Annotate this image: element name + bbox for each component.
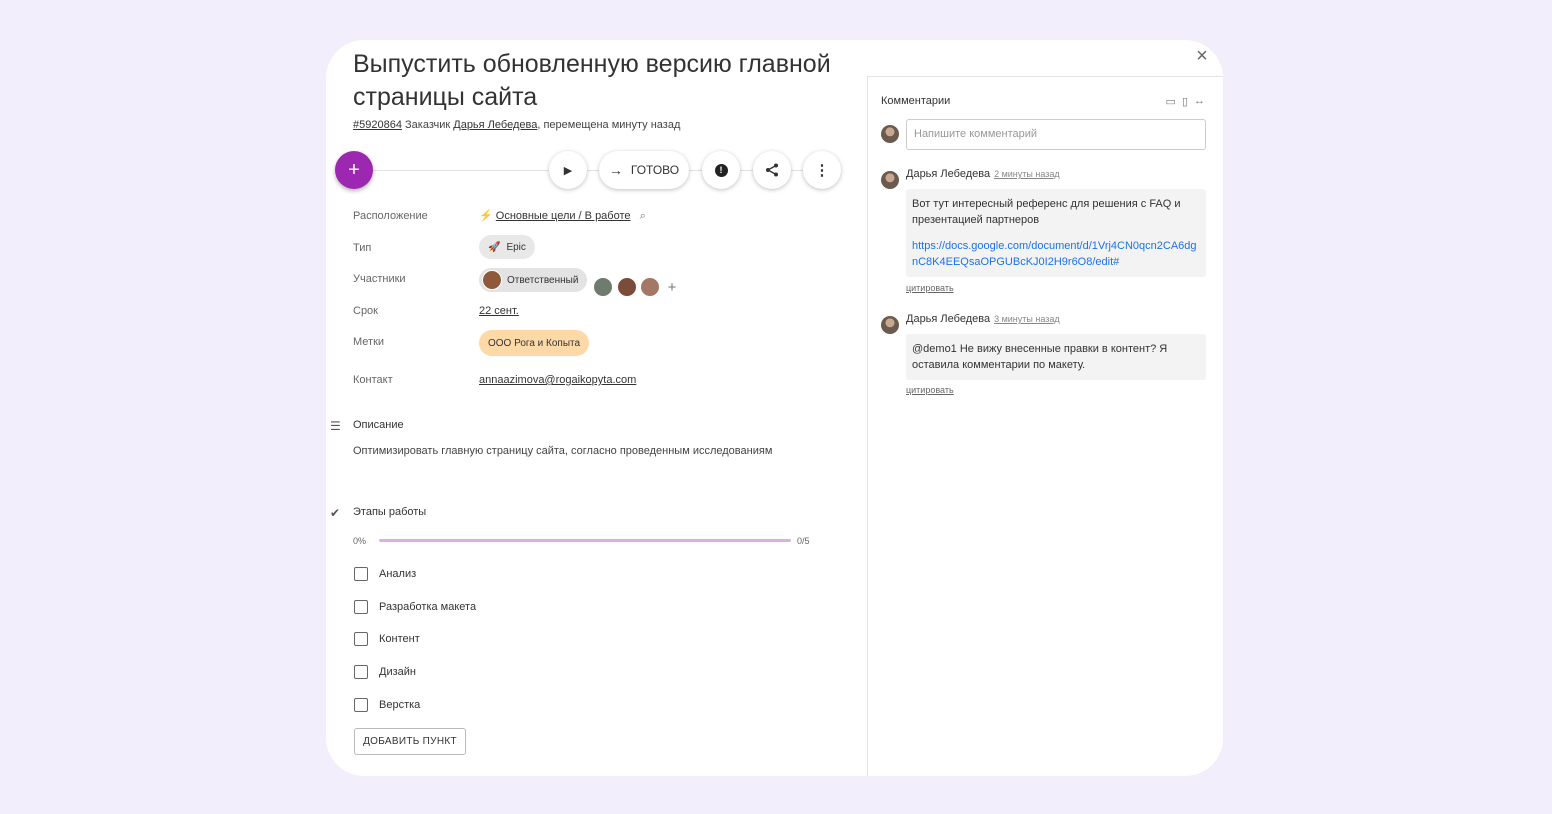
add-button[interactable]: + xyxy=(335,151,373,189)
checkbox[interactable] xyxy=(354,567,368,581)
play-button[interactable]: ▶ xyxy=(549,151,587,189)
alert-icon: ! xyxy=(714,163,728,177)
description-title: Описание xyxy=(353,419,404,431)
checkbox[interactable] xyxy=(354,632,368,646)
task-id-link[interactable]: #5920864 xyxy=(353,119,402,131)
share-icon xyxy=(766,163,778,177)
checklist-item-label: Верстка xyxy=(379,699,421,711)
checklist-item-label: Дизайн xyxy=(379,666,416,678)
checklist-item[interactable]: Верстка xyxy=(354,698,420,712)
comment-bubble: @demo1 Не вижу внесенные правки в контен… xyxy=(906,334,1206,380)
tags-value: ООО Рога и Копыта xyxy=(479,330,590,356)
participants-value: Ответственный + xyxy=(479,268,677,298)
arrow-right-icon: → xyxy=(608,162,623,178)
play-icon: ▶ xyxy=(563,164,573,177)
panel-view-icons: ▭ ▯ ↔ xyxy=(1166,95,1205,108)
due-value[interactable]: 22 сент. xyxy=(479,305,519,317)
location-link[interactable]: Основные цели / В работе xyxy=(496,210,631,222)
progress-percent: 0% xyxy=(353,536,367,546)
comment-input[interactable]: Напишите комментарий xyxy=(906,119,1206,150)
avatar xyxy=(881,171,899,189)
moved-text: , перемещена минуту назад xyxy=(537,119,681,131)
location-label: Расположение xyxy=(353,210,428,222)
type-chip[interactable]: 🚀 Epic xyxy=(479,235,535,259)
checkbox[interactable] xyxy=(354,600,368,614)
checkbox[interactable] xyxy=(354,698,368,712)
alert-button[interactable]: ! xyxy=(702,151,740,189)
search-icon[interactable]: ⌕ xyxy=(640,210,646,222)
avatar xyxy=(881,125,899,143)
comments-title: Комментарии xyxy=(881,95,951,107)
type-label: Тип xyxy=(353,242,372,254)
avatar xyxy=(881,316,899,334)
participants-label: Участники xyxy=(353,273,406,285)
comment-bubble: Вот тут интересный референс для решения … xyxy=(906,189,1206,277)
add-item-button[interactable]: ДОБАВИТЬ ПУНКТ xyxy=(354,728,466,755)
avatar[interactable] xyxy=(639,277,660,298)
comment-author-name: Дарья Лебедева xyxy=(906,313,991,325)
task-meta: #5920864 Заказчик Дарья Лебедева, переме… xyxy=(353,119,680,131)
flame-icon: ⚡ xyxy=(479,210,493,222)
close-icon[interactable]: × xyxy=(1192,46,1212,66)
comment-author-name: Дарья Лебедева xyxy=(906,168,991,180)
description-text[interactable]: Оптимизировать главную страницу сайта, с… xyxy=(353,445,772,457)
checklist-icon: ✔ xyxy=(330,506,341,520)
quote-link[interactable]: цитировать xyxy=(906,385,954,395)
checklist-item-label: Контент xyxy=(379,633,420,645)
checkbox[interactable] xyxy=(354,665,368,679)
checklist-item[interactable]: Контент xyxy=(354,632,420,646)
comment-time[interactable]: 2 минуты назад xyxy=(994,169,1060,179)
done-label: ГОТОВО xyxy=(630,163,680,177)
tags-label: Метки xyxy=(353,336,385,348)
tag-chip[interactable]: ООО Рога и Копыта xyxy=(479,330,590,356)
avatar xyxy=(482,270,502,290)
contact-label: Контакт xyxy=(353,374,393,386)
comment-time[interactable]: 3 минуты назад xyxy=(994,314,1060,324)
customer-prefix: Заказчик xyxy=(401,119,454,131)
checklist-item[interactable]: Дизайн xyxy=(354,665,416,679)
responsible-label: Ответственный xyxy=(507,274,579,286)
comment-author: Дарья Лебедева 2 минуты назад xyxy=(906,168,1060,180)
description-icon: ☰ xyxy=(330,419,341,433)
location-value[interactable]: ⚡ Основные цели / В работе ⌕ xyxy=(479,209,646,223)
due-link[interactable]: 22 сент. xyxy=(479,305,519,317)
comment-text: @demo1 Не вижу внесенные правки в контен… xyxy=(912,343,1168,371)
due-label: Срок xyxy=(353,305,378,317)
contact-link[interactable]: annaazimova@rogaikopyta.com xyxy=(479,374,636,386)
task-title[interactable]: Выпустить обновленную версию главной стр… xyxy=(353,48,873,114)
layout-side-icon[interactable]: ▯ xyxy=(1182,95,1188,108)
checklist-item[interactable]: Разработка макета xyxy=(354,600,476,614)
more-button[interactable]: ⋮ xyxy=(803,151,841,189)
comment-text: Вот тут интересный референс для решения … xyxy=(912,198,1181,226)
stages-title: Этапы работы xyxy=(353,506,427,518)
add-participant-icon[interactable]: + xyxy=(668,279,677,296)
share-button[interactable] xyxy=(753,151,791,189)
avatar[interactable] xyxy=(616,277,637,298)
checklist-item-label: Разработка макета xyxy=(379,601,477,613)
comment-link[interactable]: https://docs.google.com/document/d/1Vrj4… xyxy=(912,238,1200,270)
comment-author: Дарья Лебедева 3 минуты назад xyxy=(906,313,1060,325)
done-button[interactable]: → ГОТОВО xyxy=(599,151,689,189)
type-value[interactable]: 🚀 Epic xyxy=(479,235,535,259)
avatar[interactable] xyxy=(593,277,614,298)
checklist-item[interactable]: Анализ xyxy=(354,567,416,581)
expand-horizontal-icon[interactable]: ↔ xyxy=(1194,95,1205,108)
quote-link[interactable]: цитировать xyxy=(906,283,954,293)
more-icon: ⋮ xyxy=(814,162,830,179)
task-card: × Выпустить обновленную версию главной с… xyxy=(326,40,1223,776)
type-chip-label: Epic xyxy=(506,241,526,253)
progress-bar xyxy=(379,539,791,542)
comments-panel: Комментарии ▭ ▯ ↔ Напишите комментарий Д… xyxy=(867,76,1223,776)
checklist-item-label: Анализ xyxy=(379,568,417,580)
layout-bottom-icon[interactable]: ▭ xyxy=(1166,95,1176,108)
customer-link[interactable]: Дарья Лебедева xyxy=(453,119,537,131)
responsible-chip[interactable]: Ответственный xyxy=(479,268,588,292)
progress-count: 0/5 xyxy=(797,536,810,546)
contact-value[interactable]: annaazimova@rogaikopyta.com xyxy=(479,374,636,386)
rocket-icon: 🚀 xyxy=(488,241,501,253)
